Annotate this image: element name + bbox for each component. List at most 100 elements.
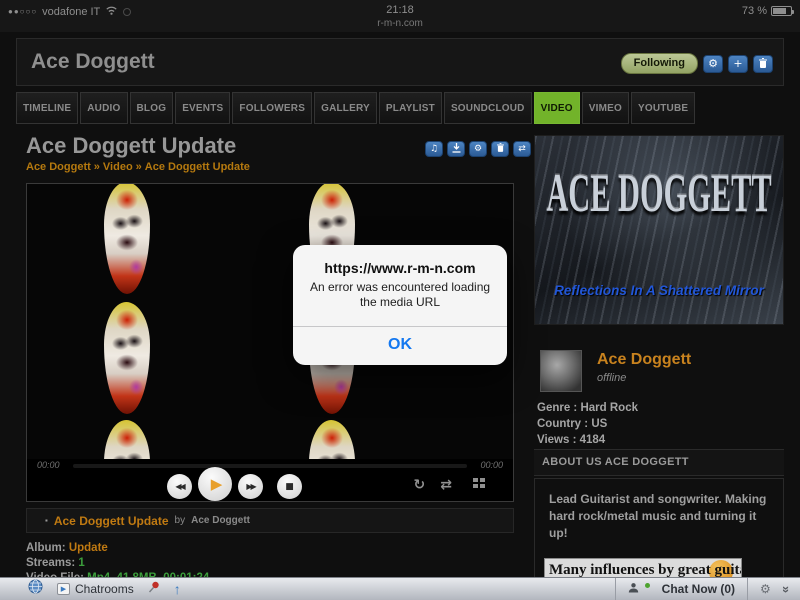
media-delete-button[interactable]: [491, 141, 509, 157]
track-title-link[interactable]: Ace Doggett Update: [54, 514, 169, 528]
tab-soundcloud[interactable]: SOUNDCLOUD: [443, 92, 532, 124]
tab-gallery[interactable]: GALLERY: [314, 92, 377, 124]
artist-header: Ace Doggett Following ⚙ +: [16, 38, 784, 86]
share-shuffle-button[interactable]: ⇄: [513, 141, 531, 157]
settings-gear-button[interactable]: ⚙: [703, 54, 723, 73]
album-value-link[interactable]: Update: [69, 542, 108, 554]
toolbar-divider: [614, 578, 616, 600]
tab-audio[interactable]: AUDIO: [80, 92, 128, 124]
chatrooms-button[interactable]: ▶ Chatrooms: [57, 582, 134, 596]
country-label: Country :: [537, 418, 589, 430]
download-button[interactable]: [447, 141, 465, 157]
dialog-ok-button[interactable]: OK: [293, 327, 507, 365]
breadcrumb-current-page: Ace Doggett Update: [144, 161, 250, 173]
trash-icon: [496, 143, 504, 155]
fullscreen-button[interactable]: [473, 477, 478, 482]
play-button[interactable]: ▶: [198, 467, 232, 501]
plus-icon: +: [733, 57, 743, 70]
video-frame-face: [309, 420, 355, 459]
by-label: by: [174, 515, 186, 526]
breadcrumb-artist-link[interactable]: Ace Doggett: [26, 161, 91, 173]
upload-arrow-icon[interactable]: ↑: [174, 582, 181, 596]
globe-icon[interactable]: [28, 579, 43, 599]
tab-followers[interactable]: FOLLOWERS: [232, 92, 313, 124]
chatrooms-icon: ▶: [57, 583, 70, 595]
bullet-icon: ▪: [45, 516, 48, 525]
pin-icon[interactable]: [148, 580, 160, 598]
fast-forward-button[interactable]: ▶▶: [238, 474, 263, 499]
music-note-icon: ♫: [429, 143, 439, 154]
streams-label: Streams:: [26, 557, 76, 569]
streams-row: Streams: 1: [26, 556, 209, 571]
tab-events[interactable]: EVENTS: [175, 92, 231, 124]
stop-button[interactable]: ■: [277, 474, 302, 499]
battery-percent-label: 73 %: [741, 5, 767, 17]
views-value: 4184: [579, 434, 606, 446]
following-button[interactable]: Following: [620, 53, 698, 74]
media-action-buttons: ♫ ⚙ ⇄: [425, 141, 531, 157]
browser-url[interactable]: r-m-n.com: [0, 18, 800, 29]
media-settings-button[interactable]: ⚙: [469, 141, 487, 157]
duration-label: 00:00: [480, 460, 503, 470]
views-row: Views : 4184: [537, 432, 638, 448]
artist-profile-link[interactable]: Ace Doggett: [597, 351, 691, 369]
chat-settings-gear-icon[interactable]: ⚙: [760, 582, 771, 596]
fast-forward-icon: ▶▶: [246, 482, 256, 491]
breadcrumb-separator: »: [135, 161, 142, 173]
artist-name-title: Ace Doggett: [31, 50, 155, 73]
tab-playlist[interactable]: PLAYLIST: [378, 92, 442, 124]
tab-timeline[interactable]: TIMELINE: [16, 92, 79, 124]
avatar[interactable]: [540, 350, 582, 392]
media-error-dialog: https://www.r-m-n.com An error was encou…: [293, 245, 507, 365]
breadcrumb: Ace Doggett» Video» Ace Doggett Update: [26, 161, 250, 173]
country-value: US: [591, 418, 608, 430]
seek-bar[interactable]: [73, 464, 467, 468]
battery-icon: [771, 6, 794, 16]
video-frame-face: [104, 420, 150, 459]
streams-value: 1: [78, 557, 85, 569]
chat-now-button[interactable]: Chat Now (0): [662, 582, 735, 596]
country-row: Country : US: [537, 416, 638, 432]
elapsed-time-label: 00:00: [37, 460, 60, 470]
genre-row: Genre : Hard Rock: [537, 400, 638, 416]
page-title: Ace Doggett Update: [26, 133, 237, 158]
breadcrumb-separator: »: [93, 161, 100, 173]
dialog-title: https://www.r-m-n.com: [324, 260, 476, 276]
tab-youtube[interactable]: YOUTUBE: [630, 92, 696, 124]
shuffle-button[interactable]: ⇄: [440, 477, 452, 493]
tab-video[interactable]: VIDEO: [533, 92, 580, 124]
online-status-label: offline: [597, 372, 627, 384]
album-row: Album: Update: [26, 541, 209, 556]
video-frame-face: [104, 302, 150, 414]
rewind-button[interactable]: ◀◀: [167, 474, 192, 499]
loop-button[interactable]: ↻: [414, 477, 426, 493]
genre-label: Genre :: [537, 402, 578, 414]
browser-bottom-toolbar: ▶ Chatrooms ↑ Chat Now (0) ⚙ »: [0, 577, 800, 600]
tab-vimeo[interactable]: VIMEO: [581, 92, 629, 124]
dialog-message: An error was encountered loading the med…: [309, 280, 491, 309]
collapse-chevron-icon[interactable]: »: [779, 585, 794, 592]
views-label: Views :: [537, 434, 577, 446]
stop-icon: ■: [285, 481, 294, 492]
play-icon: ▶: [210, 475, 223, 493]
chat-person-icon: [628, 580, 639, 598]
download-icon: [452, 142, 461, 156]
add-to-playlist-button[interactable]: ♫: [425, 141, 443, 157]
player-controls: 00:00 00:00 ◀◀ ▶ ▶▶ ■ ↻ ⇄: [27, 459, 513, 501]
album-cover-art[interactable]: ACE DOGGETT Reflections In A Shattered M…: [534, 135, 784, 325]
online-dot-icon: [644, 582, 650, 588]
video-frame-face: [104, 184, 150, 294]
shuffle-icon: ⇄: [440, 477, 452, 493]
ios-status-bar: ●●○○○ vodafone IT 21:18 r-m-n.com 73 %: [0, 0, 800, 32]
cover-album-text: Reflections In A Shattered Mirror: [554, 283, 764, 298]
delete-button[interactable]: [753, 54, 773, 73]
loop-icon: ↻: [413, 477, 426, 493]
gear-icon: ⚙: [473, 143, 483, 154]
breadcrumb-video-link[interactable]: Video: [103, 161, 133, 173]
gear-icon: ⚙: [708, 57, 718, 70]
track-artist-label: Ace Doggett: [191, 515, 250, 526]
cover-artist-text: ACE DOGGETT: [546, 162, 772, 224]
playlist-item[interactable]: ▪ Ace Doggett Update by Ace Doggett: [26, 508, 514, 533]
add-button[interactable]: +: [728, 54, 748, 73]
tab-blog[interactable]: BLOG: [129, 92, 174, 124]
